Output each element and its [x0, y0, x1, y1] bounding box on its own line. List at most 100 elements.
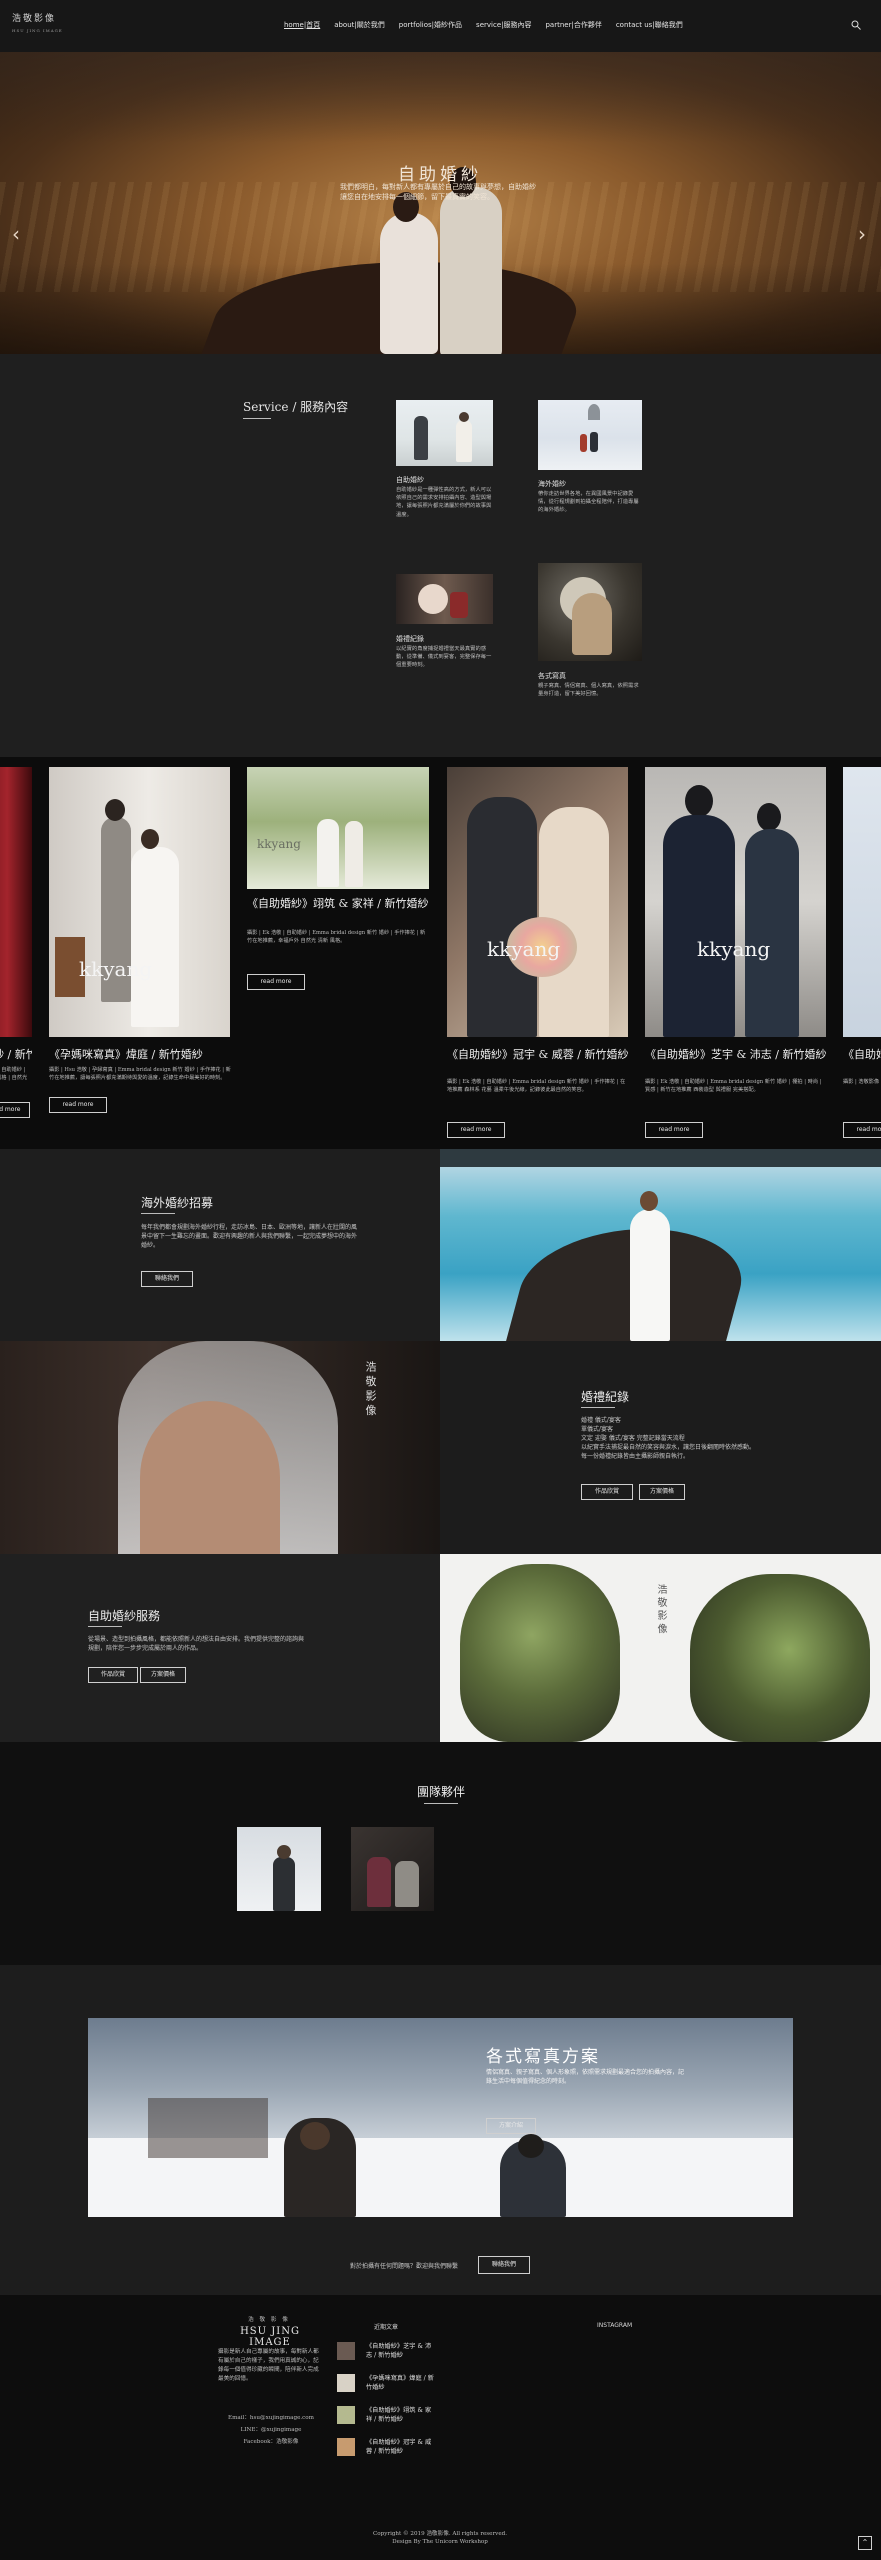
partners-title: 團隊夥伴 — [416, 1785, 465, 1799]
portfolio-card-title[interactable]: 《自助婚紗》芝宇 & 沛志 / 新竹婚紗 — [645, 1047, 830, 1062]
overseas-image[interactable] — [440, 1149, 881, 1341]
overseas-contact-button[interactable]: 聯絡我們 — [141, 1271, 193, 1287]
site-logo[interactable]: 浩敬影像 HSU JING IMAGE — [12, 14, 72, 38]
back-to-top-button[interactable]: ⌃ — [858, 2536, 872, 2550]
hero-slider[interactable]: 自助婚紗 我們都明白，每對新人都有專屬於自己的故事與夢想，自助婚紗讓您自在地安排… — [0, 52, 881, 354]
service-image-portrait[interactable] — [538, 563, 642, 661]
post-thumbnail[interactable] — [337, 2374, 355, 2392]
portfolio-card-image[interactable] — [843, 767, 881, 1037]
portfolio-card-image[interactable]: kkyang — [447, 767, 628, 1037]
partners-section — [0, 1742, 881, 1965]
hero-bride — [380, 212, 438, 354]
nav-contact[interactable]: contact us|聯絡我們 — [616, 20, 683, 30]
read-more-button[interactable]: read more — [447, 1122, 505, 1138]
portrait-title: 各式寫真方案 — [486, 2047, 600, 2067]
title-underline — [243, 418, 271, 419]
footer-facebook[interactable]: Facebook：浩敬影像 — [218, 2438, 324, 2447]
partner-photo[interactable] — [351, 1827, 434, 1911]
read-more-button[interactable]: read more — [843, 1122, 881, 1138]
logo-subtext: HSU JING IMAGE — [12, 28, 63, 33]
title-underline — [424, 1803, 458, 1804]
nav-about[interactable]: about|關於我們 — [334, 20, 385, 30]
portfolio-card-description: 攝影 | Hsu 浩敬 | 孕婦寫真 | Emma bridal design … — [49, 1067, 231, 1081]
post-thumbnail[interactable] — [337, 2406, 355, 2424]
recent-post-link[interactable]: 《孕媽咪寫真》煒庭 / 新竹婚紗 — [366, 2374, 436, 2392]
slider-next-arrow-icon[interactable]: › — [858, 222, 872, 246]
nav-home[interactable]: home|首頁 — [284, 20, 320, 30]
post-thumbnail[interactable] — [337, 2342, 355, 2360]
title-underline — [88, 1626, 122, 1627]
portfolio-card-description: 攝影 | Ek 浩敬 | 自助婚紗 | Emma bridal design 新… — [447, 1079, 626, 1093]
service-description: 以紀實的角度捕捉婚禮當天最真實的感動，從準備、儀式到宴客，完整保存每一個重要時刻… — [396, 646, 492, 669]
wedding-price-button[interactable]: 方案價格 — [639, 1484, 685, 1500]
footer-logo[interactable]: HSU JING IMAGE — [218, 2326, 322, 2348]
service-name: 海外婚紗 — [538, 480, 566, 488]
read-more-button[interactable]: read more — [49, 1097, 107, 1113]
recent-post-link[interactable]: 《自助婚紗》冠宇 & 威蓉 / 新竹婚紗 — [366, 2438, 436, 2456]
portfolio-card-image[interactable]: kkyang — [645, 767, 826, 1037]
site-header: 浩敬影像 HSU JING IMAGE home|首頁 about|關於我們 p… — [0, 0, 881, 52]
wedding-image[interactable]: 浩 敬 影 像 — [0, 1341, 440, 1554]
portfolio-card-title[interactable]: 《自助婚紗》冠宇 & 威蓉 / 新竹婚紗 — [447, 1047, 632, 1062]
wedding-section: 婚禮紀錄 婚禮 儀式/宴客 單儀式/宴客 文定 迎娶 儀式/宴客 完整記錄當天流… — [440, 1341, 881, 1554]
footer-line[interactable]: LINE：@xujingimage — [218, 2426, 324, 2435]
service-image-overseas[interactable] — [538, 400, 642, 470]
read-more-button[interactable]: read more — [645, 1122, 703, 1138]
hero-groom — [440, 187, 502, 354]
read-more-button[interactable]: read more — [0, 1102, 30, 1118]
portrait-plan-button[interactable]: 方案介紹 — [486, 2118, 536, 2134]
site-footer — [0, 2295, 881, 2560]
service-image-wedding[interactable] — [396, 574, 493, 624]
selfservice-description: 從場景、造型到拍攝風格，都能依照新人的想法自由安排。我們提供完整的諮詢與規劃，陪… — [88, 1636, 305, 1652]
portrait-banner[interactable]: 各式寫真方案 情侶寫真、親子寫真、個人形象照，依照需求規劃最適合您的拍攝內容，記… — [88, 2018, 793, 2217]
cta-contact-button[interactable]: 聯絡我們 — [478, 2256, 530, 2274]
watermark-text: kkyang — [79, 957, 153, 981]
partner-photo[interactable] — [237, 1827, 321, 1911]
portfolio-card-title[interactable]: 《自助婚紗》 — [843, 1047, 881, 1062]
portfolio-carousel[interactable]: 自助婚紗 / 新竹婚紗 攝影 | 浩敬影像 | 自助婚紗 | 新竹婚紗 | 唯美… — [0, 757, 881, 1149]
portfolio-card-title[interactable]: 《孕媽咪寫真》煒庭 / 新竹婚紗 — [49, 1047, 234, 1062]
post-thumbnail[interactable] — [337, 2438, 355, 2456]
logo-text: 浩敬影像 — [12, 14, 57, 24]
portfolio-card-image[interactable]: kkyang — [247, 767, 429, 889]
wedding-title: 婚禮紀錄 — [581, 1390, 630, 1404]
portfolio-card-image[interactable] — [0, 767, 32, 1037]
cta-text: 對於拍攝有任何問題嗎？歡迎與我們聯繫 — [350, 2263, 459, 2270]
slider-prev-arrow-icon[interactable]: ‹ — [12, 222, 26, 246]
nav-partner[interactable]: partner|合作夥伴 — [545, 20, 601, 30]
watermark-text: kkyang — [487, 937, 561, 961]
portfolio-card-title[interactable]: 自助婚紗 / 新竹婚紗 — [0, 1047, 32, 1062]
portfolio-card-description: 攝影 | 浩敬影像 | 自助婚紗 | 新竹婚紗 | 唯美風格 | 自然光拍攝 |… — [0, 1067, 28, 1081]
vertical-logo-text: 浩 敬 影 像 — [364, 1361, 377, 1416]
watermark-text: kkyang — [697, 937, 771, 961]
service-image-selfie[interactable] — [396, 400, 493, 466]
portfolio-card-image[interactable]: kkyang — [49, 767, 230, 1037]
design-credit[interactable]: Design By The Unicorn Workshop — [340, 2538, 540, 2547]
service-name: 自助婚紗 — [396, 476, 424, 484]
nav-service[interactable]: service|服務內容 — [476, 20, 531, 30]
watermark-text: kkyang — [257, 837, 301, 851]
read-more-button[interactable]: read more — [247, 974, 305, 990]
title-underline — [581, 1407, 615, 1408]
selfservice-title: 自助婚紗服務 — [88, 1609, 161, 1623]
wedding-portfolio-button[interactable]: 作品欣賞 — [581, 1484, 633, 1500]
portrait-description: 情侶寫真、親子寫真、個人形象照，依照需求規劃最適合您的拍攝內容，記錄生活中每個值… — [486, 2069, 685, 2085]
service-description: 親子寫真、情侶寫真、個人寫真，依照需求量身打造，留下美好回憶。 — [538, 683, 639, 698]
portfolio-card-description: 攝影 | Ek 浩敬 | 自助婚紗 | Emma bridal design 新… — [247, 930, 426, 944]
recent-post-link[interactable]: 《自助婚紗》芝宇 & 沛志 / 新竹婚紗 — [366, 2342, 436, 2360]
selfservice-price-button[interactable]: 方案價格 — [140, 1667, 186, 1683]
instagram-heading: INSTAGRAM — [597, 2322, 633, 2329]
recent-post-link[interactable]: 《自助婚紗》翊筑 & 家祥 / 新竹婚紗 — [366, 2406, 436, 2424]
nav-portfolios[interactable]: portfolios|婚紗作品 — [399, 20, 462, 30]
search-icon[interactable] — [851, 20, 861, 30]
portfolio-card-title[interactable]: 《自助婚紗》翊筑 & 家祥 / 新竹婚紗 — [247, 896, 433, 911]
vertical-logo-text: 浩 敬 影 像 — [655, 1584, 666, 1634]
recent-posts-heading: 近期文章 — [374, 2324, 399, 2331]
service-name: 各式寫真 — [538, 672, 566, 680]
selfservice-portfolio-button[interactable]: 作品欣賞 — [88, 1667, 138, 1683]
overseas-description: 每年我們都會規劃海外婚紗行程，走訪冰島、日本、歐洲等地，讓新人在壯闊的風景中留下… — [141, 1224, 358, 1249]
footer-email[interactable]: Email：hsu@xujingimage.com — [218, 2414, 324, 2423]
portfolio-card-description: 攝影 | Ek 浩敬 | 自助婚紗 | Emma bridal design 新… — [645, 1079, 822, 1093]
hero-description: 我們都明白，每對新人都有專屬於自己的故事與夢想，自助婚紗讓您自在地安排每一個細節… — [340, 183, 536, 201]
selfservice-image[interactable]: 浩 敬 影 像 — [440, 1554, 881, 1742]
